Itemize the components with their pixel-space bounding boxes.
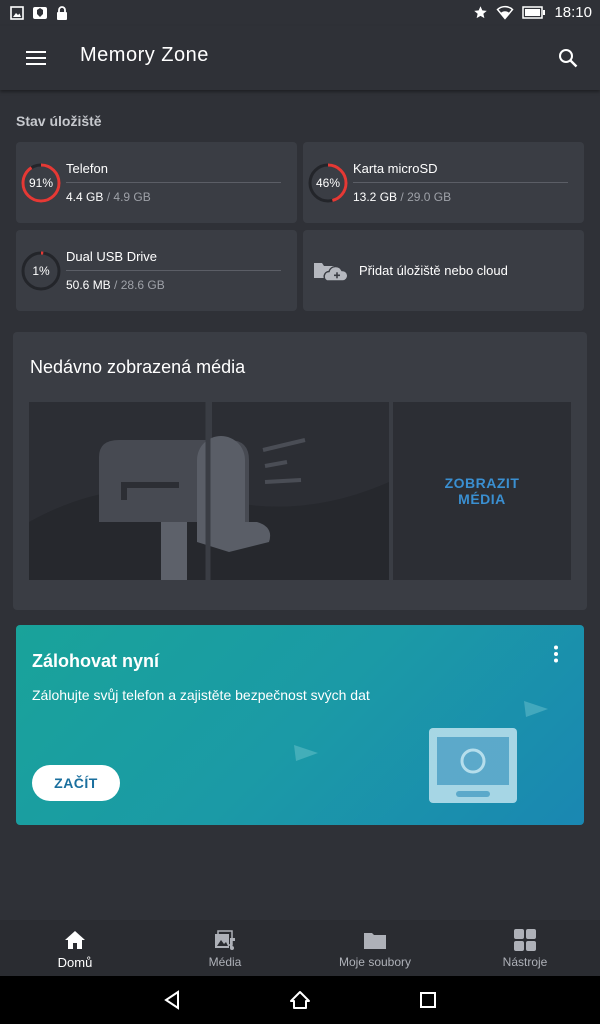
storage-used: 4.4 GB — [66, 190, 104, 204]
view-media-line1: ZOBRAZIT — [444, 475, 520, 491]
status-bar: 18:10 — [0, 0, 600, 26]
add-storage-label: Přidat úložiště nebo cloud — [359, 263, 508, 278]
storage-total: 29.0 GB — [407, 190, 452, 204]
lock-icon — [57, 5, 67, 20]
usage-separator: / — [400, 190, 404, 204]
usage-separator: / — [114, 278, 118, 292]
home-nav-icon[interactable] — [289, 990, 311, 1010]
divider — [353, 182, 568, 183]
usage-percent: 1% — [32, 264, 50, 278]
recent-media-card: Nedávno zobrazená média ZOBRAZIT MÉDIA — [13, 332, 587, 610]
hamburger-menu-icon — [26, 51, 46, 65]
search-icon — [559, 49, 578, 68]
bottom-navigation: Domů Média Moje soubory Nástroje — [0, 920, 600, 976]
divider — [66, 182, 281, 183]
storage-used: 13.2 GB — [353, 190, 398, 204]
storage-name: Telefon — [66, 161, 108, 176]
folder-icon — [364, 933, 386, 949]
nav-label: Moje soubory — [338, 955, 412, 969]
menu-button[interactable] — [22, 44, 50, 72]
tools-icon — [514, 929, 536, 951]
backup-title: Zálohovat nyní — [32, 651, 160, 671]
nav-label: Média — [208, 955, 242, 969]
battery-icon — [522, 6, 546, 19]
storage-total: 4.9 GB — [113, 190, 151, 204]
storage-name: Dual USB Drive — [66, 249, 158, 264]
home-icon — [65, 931, 85, 949]
usage-percent: 91% — [28, 176, 54, 190]
nav-tools[interactable]: Nástroje — [450, 920, 600, 976]
storage-used: 50.6 MB — [66, 278, 111, 292]
view-media-line2: MÉDIA — [458, 491, 506, 507]
usage-separator: / — [106, 190, 111, 204]
backup-card: Zálohovat nyní Zálohujte svůj telefon a … — [16, 625, 584, 825]
usage-percent: 46% — [315, 176, 341, 190]
system-navigation-bar — [0, 976, 600, 1024]
storage-card-usb-drive[interactable]: 1% Dual USB Drive 50.6 MB / 28.6 GB — [16, 230, 297, 311]
storage-card-microsd[interactable]: 46% Karta microSD 13.2 GB / 29.0 GB — [303, 142, 584, 223]
start-backup-button[interactable]: ZAČÍT — [32, 765, 120, 801]
nav-home[interactable]: Domů — [0, 920, 150, 976]
nav-label: Domů — [57, 955, 93, 970]
empty-mailbox-illustration — [29, 402, 389, 580]
nav-my-files[interactable]: Moje soubory — [300, 920, 450, 976]
media-icon — [215, 930, 235, 950]
add-cloud-storage-icon — [314, 263, 349, 282]
divider — [66, 270, 281, 271]
app-title: Memory Zone — [80, 44, 209, 66]
nav-label: Nástroje — [502, 955, 548, 969]
nav-media[interactable]: Média — [150, 920, 300, 976]
more-vert-icon — [554, 645, 558, 663]
back-icon[interactable] — [162, 990, 182, 1010]
gallery-notification-icon — [10, 6, 24, 20]
star-icon — [474, 6, 488, 19]
storage-card-phone[interactable]: 91% Telefon 4.4 GB / 4.9 GB — [16, 142, 297, 223]
recent-media-title: Nedávno zobrazená média — [30, 357, 246, 377]
storage-section-title: Stav úložiště — [16, 113, 102, 129]
recents-icon[interactable] — [420, 992, 436, 1008]
photo-app-notification-icon — [33, 7, 47, 19]
storage-name: Karta microSD — [353, 161, 438, 176]
wifi-icon — [496, 5, 514, 20]
backup-description: Zálohujte svůj telefon a zajistěte bezpe… — [32, 687, 370, 703]
app-bar: Memory Zone — [0, 26, 600, 90]
view-media-button[interactable]: ZOBRAZIT MÉDIA — [393, 402, 571, 580]
storage-total: 28.6 GB — [120, 278, 165, 292]
add-storage-card[interactable]: Přidat úložiště nebo cloud — [303, 230, 584, 311]
clock: 18:10 — [554, 4, 592, 21]
search-button[interactable] — [554, 44, 582, 72]
more-options-button[interactable] — [546, 643, 566, 665]
